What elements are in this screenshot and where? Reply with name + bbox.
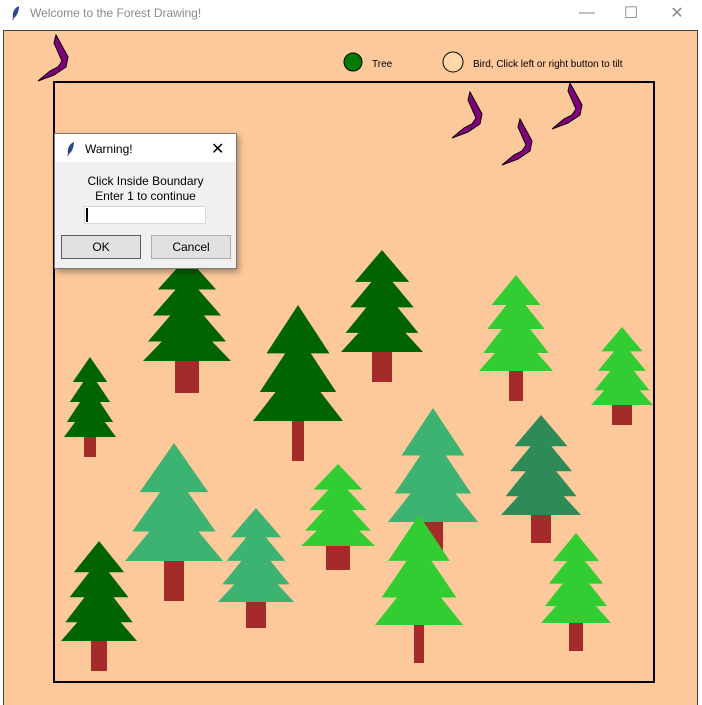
- tree-trunk: [164, 561, 184, 601]
- minimize-button[interactable]: —: [564, 0, 610, 26]
- maximize-button[interactable]: ☐: [608, 0, 654, 26]
- tree-trunk: [414, 625, 424, 663]
- dialog-input[interactable]: [84, 206, 206, 224]
- tree-trunk: [326, 546, 350, 570]
- close-button[interactable]: ✕: [654, 0, 700, 26]
- tree-trunk: [372, 352, 392, 382]
- tree-trunk: [531, 515, 551, 543]
- feather-icon: [65, 141, 77, 162]
- tree-trunk: [91, 641, 107, 671]
- ok-button[interactable]: OK: [61, 235, 141, 259]
- legend-bird-label: Bird, Click left or right button to tilt: [473, 59, 623, 70]
- warning-dialog: Warning! ✕ Click Inside Boundary Enter 1…: [54, 133, 237, 269]
- window-titlebar: Welcome to the Forest Drawing! — ☐ ✕: [0, 0, 702, 26]
- dialog-close-button[interactable]: ✕: [211, 139, 224, 159]
- text-cursor: [86, 208, 88, 222]
- dialog-message-line2: Enter 1 to continue: [95, 189, 196, 203]
- tree-trunk: [246, 602, 266, 628]
- tree-trunk: [612, 405, 632, 425]
- dialog-titlebar: [55, 134, 236, 162]
- dialog-title: Warning!: [85, 142, 133, 156]
- dialog-message-line1: Click Inside Boundary: [87, 174, 204, 188]
- tree-trunk: [509, 371, 523, 401]
- feather-icon: [10, 5, 22, 26]
- tree-trunk: [569, 623, 583, 651]
- tree-trunk: [175, 361, 199, 393]
- legend-bird-icon: [442, 51, 464, 73]
- window-title: Welcome to the Forest Drawing!: [30, 6, 202, 20]
- legend-tree-label: Tree: [372, 59, 393, 70]
- legend-tree-icon: [343, 52, 363, 72]
- cancel-button[interactable]: Cancel: [151, 235, 231, 259]
- tree-trunk: [292, 421, 304, 461]
- tree-trunk: [84, 437, 96, 457]
- drawing-canvas[interactable]: Tree Bird, Click left or right button to…: [3, 30, 698, 705]
